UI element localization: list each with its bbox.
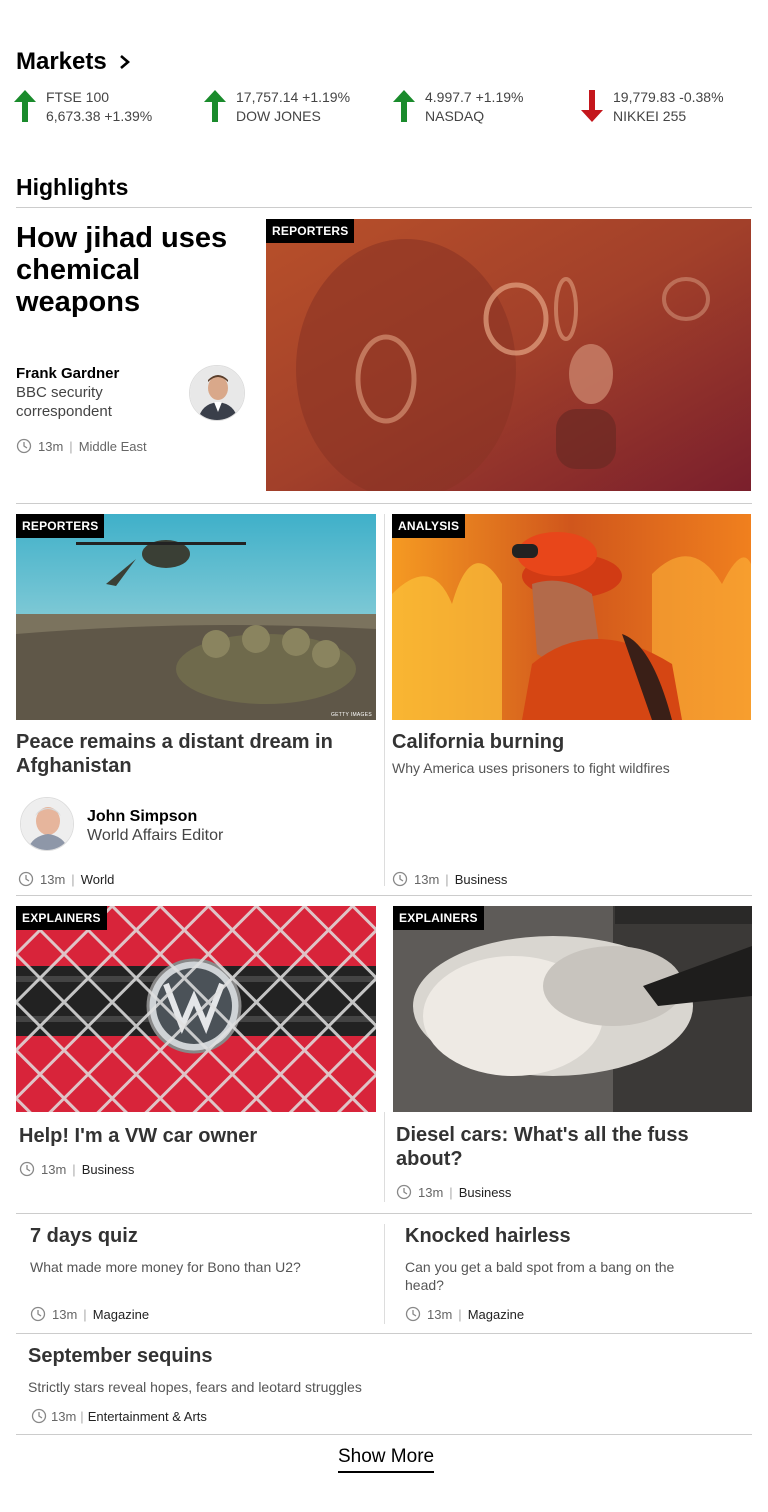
- highlights-title: Highlights: [16, 174, 129, 200]
- section-link[interactable]: Business: [82, 1162, 135, 1177]
- time: 13m: [52, 1306, 78, 1322]
- story-meta: 13m | Business: [19, 1161, 134, 1177]
- story-headline-link[interactable]: California burning: [392, 730, 742, 754]
- tag-label: ANALYSIS: [392, 514, 466, 538]
- story-summary: Can you get a bald spot from a bang on t…: [405, 1259, 675, 1293]
- ticker-nikkei[interactable]: 19,779.83 -0.38% NIKKEI 255: [579, 88, 724, 126]
- column-divider: [384, 1112, 385, 1202]
- time: 13m: [41, 1161, 67, 1177]
- ticker-line1: 17,757.14 +1.19%: [236, 89, 351, 105]
- story-meta: 13m | Entertainment & Arts: [31, 1408, 207, 1424]
- ticker-dow[interactable]: 17,757.14 +1.19% DOW JONES: [202, 88, 350, 126]
- chevron-right-icon: [119, 55, 130, 69]
- divider: [16, 207, 752, 208]
- clock-icon: [31, 1408, 47, 1424]
- column-divider: [384, 514, 385, 886]
- author-role: World Affairs Editor: [87, 827, 224, 844]
- section-link[interactable]: Business: [455, 872, 508, 887]
- tag-label: REPORTERS: [16, 514, 105, 538]
- avatar: [20, 797, 74, 851]
- ticker-line2: DOW JONES: [236, 108, 321, 124]
- ticker-line1: FTSE 100: [46, 89, 110, 105]
- column-divider: [384, 1224, 385, 1324]
- lead-meta: 13m | Middle East: [16, 438, 147, 454]
- clock-icon: [392, 871, 408, 887]
- author-role: BBC security correspondent: [16, 384, 112, 420]
- section-link[interactable]: Magazine: [93, 1307, 149, 1322]
- section-link[interactable]: World: [81, 872, 115, 887]
- story-image[interactable]: ANALYSIS: [392, 514, 751, 720]
- story-headline-link[interactable]: 7 days quiz: [30, 1224, 370, 1248]
- time: 13m: [38, 438, 64, 454]
- time: 13m: [427, 1306, 453, 1322]
- divider: [16, 1434, 752, 1435]
- time: 13m: [51, 1408, 77, 1424]
- arrow-down-icon: [581, 90, 603, 122]
- lead-byline: Frank Gardner BBC security correspondent: [16, 364, 186, 421]
- ticker-line1: 19,779.83 -0.38%: [613, 89, 724, 105]
- story-meta: 13m | Business: [392, 871, 507, 887]
- section-link[interactable]: Middle East: [79, 439, 147, 454]
- clock-icon: [16, 438, 32, 454]
- lead-headline-link[interactable]: How jihad uses chemical weapons: [16, 222, 246, 318]
- divider: [16, 1333, 752, 1334]
- time: 13m: [414, 871, 440, 887]
- ticker-nasdaq[interactable]: 4.997.7 +1.19% NASDAQ: [391, 88, 523, 126]
- divider: [16, 1213, 752, 1214]
- time: 13m: [40, 871, 66, 887]
- story-byline: John Simpson World Affairs Editor: [87, 807, 223, 845]
- story-meta: 13m | World: [18, 871, 114, 887]
- clock-icon: [405, 1306, 421, 1322]
- time: 13m: [418, 1184, 444, 1200]
- arrow-up-icon: [393, 90, 415, 122]
- ticker-line2: NIKKEI 255: [613, 108, 687, 124]
- divider: [16, 895, 752, 896]
- section-link[interactable]: Business: [459, 1185, 512, 1200]
- divider: [16, 503, 752, 504]
- arrow-up-icon: [14, 90, 36, 122]
- story-headline-link[interactable]: Diesel cars: What's all the fuss about?: [396, 1123, 736, 1171]
- arrow-up-icon: [204, 90, 226, 122]
- story-headline-link[interactable]: Knocked hairless: [405, 1224, 735, 1248]
- tag-label: REPORTERS: [266, 219, 355, 243]
- lead-image[interactable]: REPORTERS: [266, 219, 751, 491]
- tag-label: EXPLAINERS: [393, 906, 484, 930]
- story-meta: 13m | Magazine: [30, 1306, 149, 1322]
- clock-icon: [18, 871, 34, 887]
- author-name: Frank Gardner: [16, 365, 120, 382]
- story-summary: What made more money for Bono than U2?: [30, 1259, 301, 1275]
- author-name: John Simpson: [87, 808, 198, 825]
- story-headline-link[interactable]: September sequins: [28, 1344, 628, 1368]
- clock-icon: [396, 1184, 412, 1200]
- story-meta: 13m | Business: [396, 1184, 511, 1200]
- story-image[interactable]: EXPLAINERS: [16, 906, 376, 1112]
- story-summary: Strictly stars reveal hopes, fears and l…: [28, 1379, 362, 1395]
- story-headline-link[interactable]: Peace remains a distant dream in Afghani…: [16, 730, 366, 778]
- ticker-line2: 6,673.38 +1.39%: [46, 108, 153, 124]
- story-summary: Why America uses prisoners to fight wild…: [392, 760, 670, 776]
- image-credit: GETTY IMAGES: [330, 712, 372, 718]
- clock-icon: [30, 1306, 46, 1322]
- show-more-button[interactable]: Show More: [338, 1446, 435, 1473]
- ticker-line1: 4.997.7 +1.19%: [425, 89, 524, 105]
- markets-title: Markets: [16, 48, 107, 75]
- tag-label: EXPLAINERS: [16, 906, 107, 930]
- story-image[interactable]: EXPLAINERS: [393, 906, 752, 1112]
- markets-link[interactable]: Markets: [16, 48, 133, 76]
- section-link[interactable]: Magazine: [468, 1307, 524, 1322]
- avatar: [189, 365, 245, 421]
- ticker-line2: NASDAQ: [425, 108, 485, 124]
- story-meta: 13m | Magazine: [405, 1306, 524, 1322]
- section-link[interactable]: Entertainment & Arts: [88, 1409, 207, 1424]
- story-headline-link[interactable]: Help! I'm a VW car owner: [19, 1124, 369, 1148]
- clock-icon: [19, 1161, 35, 1177]
- story-image[interactable]: REPORTERS GETTY IMAGES: [16, 514, 376, 720]
- ticker-ftse[interactable]: FTSE 100 6,673.38 +1.39%: [12, 88, 152, 126]
